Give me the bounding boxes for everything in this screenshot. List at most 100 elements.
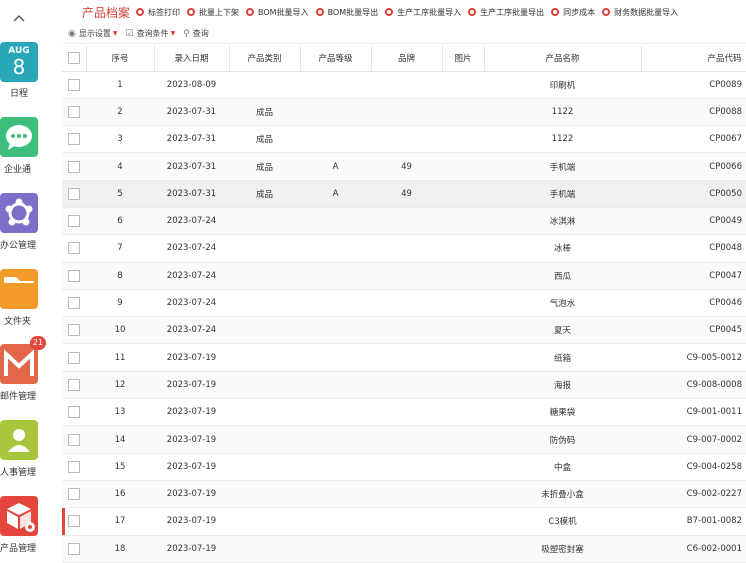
cell-image <box>442 453 484 481</box>
row-checkbox[interactable] <box>62 180 86 208</box>
col-header-image[interactable]: 图片 <box>442 46 485 72</box>
app-product[interactable] <box>0 496 38 536</box>
cell-category: 成品 <box>229 98 300 127</box>
action-bom-import[interactable]: BOM批量导入 <box>246 7 309 18</box>
query-conditions-dropdown[interactable]: ☑ 查询条件 ▼ <box>125 28 175 39</box>
page-title: 产品档案 <box>82 5 131 20</box>
app-office-label: 办公管理 <box>0 241 37 251</box>
row-checkbox[interactable] <box>62 425 86 454</box>
app-mail[interactable] <box>0 344 38 384</box>
cell-brand <box>371 480 442 509</box>
app-calendar[interactable]: AUG 8 <box>0 42 38 82</box>
row-checkbox[interactable] <box>62 234 86 263</box>
app-office[interactable] <box>0 193 38 233</box>
cell-name: 防伪码 <box>484 425 641 454</box>
select-all-checkbox[interactable] <box>62 46 87 72</box>
cell-brand <box>371 98 442 127</box>
cell-image <box>442 71 484 99</box>
cell-category: 成品 <box>229 125 300 154</box>
table-row[interactable]: 16 2023-07-19 未折叠小盒 C9-002-0227 <box>62 480 746 509</box>
action-sync-cost[interactable]: 同步成本 <box>551 7 595 18</box>
cell-date: 2023-07-19 <box>154 507 229 536</box>
cell-date: 2023-07-24 <box>154 289 229 318</box>
table-row[interactable]: 17 2023-07-19 C3模机 B7-001-0082 <box>62 507 746 536</box>
table-row[interactable]: 4 2023-07-31 成品 A 49 手机端 CP0066 <box>62 152 746 181</box>
table-row[interactable]: 8 2023-07-24 西瓜 CP0047 <box>62 262 746 290</box>
table-row[interactable]: 12 2023-07-19 海报 C9-008-0008 <box>62 371 746 400</box>
cell-name: 纸箱 <box>484 343 641 372</box>
table-row[interactable]: 5 2023-07-31 成品 A 49 手机端 CP0050 <box>62 180 746 208</box>
table-row[interactable]: 7 2023-07-24 冰棒 CP0048 <box>62 234 746 263</box>
table-row[interactable]: 10 2023-07-24 夏天 CP0045 <box>62 316 746 345</box>
row-checkbox[interactable] <box>62 343 86 372</box>
table-row[interactable]: 11 2023-07-19 纸箱 C9-005-0012 <box>62 343 746 372</box>
col-header-grade[interactable]: 产品等级 <box>300 46 372 72</box>
cell-name: 手机端 <box>484 180 641 208</box>
query-label: 查询 <box>192 29 209 38</box>
row-checkbox[interactable] <box>62 71 86 99</box>
app-chat[interactable] <box>0 117 38 157</box>
row-checkbox[interactable] <box>62 152 86 181</box>
app-chat-label: 企业通 <box>4 165 32 175</box>
cell-image <box>442 289 484 318</box>
app-hr[interactable] <box>0 420 38 460</box>
search-icon: ⚲ <box>183 28 190 39</box>
row-checkbox[interactable] <box>62 507 86 536</box>
col-header-index[interactable]: 序号 <box>86 46 155 72</box>
row-checkbox[interactable] <box>62 98 86 127</box>
col-header-brand[interactable]: 品牌 <box>371 46 443 72</box>
cell-image <box>442 125 484 154</box>
table-row[interactable]: 13 2023-07-19 糖果袋 C9-001-0011 <box>62 398 746 427</box>
action-label: 财务数据批量导入 <box>614 7 679 17</box>
row-checkbox[interactable] <box>62 125 86 154</box>
action-label-print[interactable]: 标签打印 <box>136 7 180 18</box>
cell-code: CP0089 <box>641 71 746 99</box>
row-checkbox[interactable] <box>62 535 86 563</box>
display-settings-dropdown[interactable]: ◉ 显示设置 ▼ <box>68 28 117 39</box>
cell-grade <box>300 316 371 345</box>
action-batch-shelf[interactable]: 批量上下架 <box>187 7 239 18</box>
cell-index: 16 <box>86 480 154 509</box>
display-settings-label: 显示设置 <box>78 29 111 38</box>
table-row[interactable]: 18 2023-07-19 吸塑密封塞 C6-002-0001 <box>62 535 746 563</box>
cell-image <box>442 152 484 181</box>
cell-grade <box>300 535 371 563</box>
col-header-name[interactable]: 产品名称 <box>484 46 642 72</box>
cell-grade <box>300 453 371 481</box>
cell-category <box>229 480 300 509</box>
app-mail-label: 邮件管理 <box>0 392 37 402</box>
table-row[interactable]: 2 2023-07-31 成品 1122 CP0088 <box>62 98 746 127</box>
cell-image <box>442 507 484 536</box>
table-row[interactable]: 14 2023-07-19 防伪码 C9-007-0002 <box>62 425 746 454</box>
filter-bar: ◉ 显示设置 ▼ ☑ 查询条件 ▼ ⚲ 查询 <box>62 24 746 44</box>
row-checkbox[interactable] <box>62 316 86 345</box>
cell-index: 4 <box>86 152 154 181</box>
row-checkbox[interactable] <box>62 480 86 509</box>
table-row[interactable]: 3 2023-07-31 成品 1122 CP0067 <box>62 125 746 154</box>
row-checkbox[interactable] <box>62 398 86 427</box>
action-process-export[interactable]: 生产工序批量导出 <box>468 7 544 18</box>
action-process-import[interactable]: 生产工序批量导入 <box>385 7 461 18</box>
row-checkbox[interactable] <box>62 371 86 400</box>
cell-code: C9-007-0002 <box>641 425 746 454</box>
radio-icon <box>136 8 145 16</box>
cell-grade <box>300 289 371 318</box>
table-row[interactable]: 15 2023-07-19 中盒 C9-004-0258 <box>62 453 746 481</box>
cell-name: 西瓜 <box>484 262 641 290</box>
action-finance-import[interactable]: 财务数据批量导入 <box>602 7 678 18</box>
col-header-date[interactable]: 录入日期 <box>154 46 230 72</box>
table-row[interactable]: 6 2023-07-24 冰淇淋 CP0049 <box>62 207 746 236</box>
row-checkbox[interactable] <box>62 262 86 290</box>
table-row[interactable]: 9 2023-07-24 气泡水 CP0046 <box>62 289 746 318</box>
row-checkbox[interactable] <box>62 289 86 318</box>
chevron-up-icon[interactable] <box>0 0 38 36</box>
col-header-code[interactable]: 产品代码 <box>641 46 746 72</box>
radio-icon <box>602 8 611 16</box>
table-row[interactable]: 1 2023-08-09 印刷机 CP0089 <box>62 71 746 99</box>
query-button[interactable]: ⚲ 查询 <box>183 28 209 39</box>
col-header-category[interactable]: 产品类别 <box>229 46 301 72</box>
row-checkbox[interactable] <box>62 207 86 236</box>
action-bom-export[interactable]: BOM批量导出 <box>315 7 378 18</box>
app-folder[interactable] <box>0 269 38 309</box>
row-checkbox[interactable] <box>62 453 86 481</box>
